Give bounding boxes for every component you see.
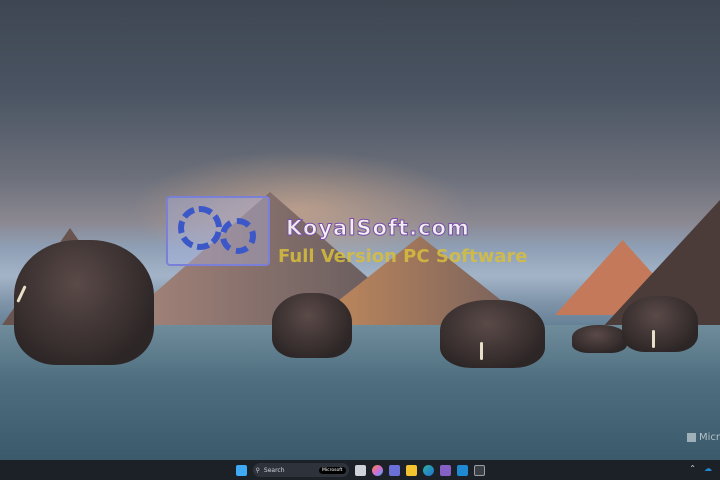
walrus bbox=[14, 240, 154, 365]
watermark-logo bbox=[166, 196, 270, 266]
desktop-brand-mark: Micr bbox=[686, 432, 720, 443]
search-placeholder: Search bbox=[263, 466, 285, 474]
chevron-up-icon[interactable]: ⌃ bbox=[689, 464, 696, 473]
desktop-wallpaper: KoyalSoft.com Full Version PC Software M… bbox=[0, 0, 720, 460]
system-tray: ⌃ ☁ bbox=[689, 464, 712, 473]
walrus bbox=[622, 296, 698, 352]
teams-icon[interactable] bbox=[388, 464, 400, 476]
edge-icon[interactable] bbox=[422, 464, 434, 476]
file-explorer-icon[interactable] bbox=[405, 464, 417, 476]
walrus bbox=[440, 300, 545, 368]
walrus bbox=[272, 293, 352, 358]
start-icon[interactable] bbox=[235, 464, 247, 476]
taskbar: ⚲ Search Microsoft ⌃ ☁ bbox=[0, 460, 720, 480]
gear-icon bbox=[220, 218, 256, 254]
windows-logo-icon bbox=[686, 433, 696, 442]
onedrive-icon[interactable]: ☁ bbox=[704, 464, 712, 473]
copilot-icon[interactable] bbox=[371, 464, 383, 476]
gear-icon bbox=[178, 206, 222, 250]
walrus-tusk bbox=[652, 330, 655, 348]
vscode-icon[interactable] bbox=[456, 464, 468, 476]
search-icon: ⚲ bbox=[255, 466, 260, 474]
walrus bbox=[572, 325, 627, 353]
task-view-icon[interactable] bbox=[354, 464, 366, 476]
watermark-subtitle: Full Version PC Software bbox=[278, 246, 528, 267]
walrus-tusk bbox=[480, 342, 483, 360]
search-box[interactable]: ⚲ Search Microsoft bbox=[252, 463, 349, 477]
terminal-icon[interactable] bbox=[473, 464, 485, 476]
watermark-title: KoyalSoft.com bbox=[286, 216, 470, 241]
search-badge: Microsoft bbox=[319, 466, 346, 474]
brand-text: Micr bbox=[698, 432, 720, 443]
visual-studio-icon[interactable] bbox=[439, 464, 451, 476]
